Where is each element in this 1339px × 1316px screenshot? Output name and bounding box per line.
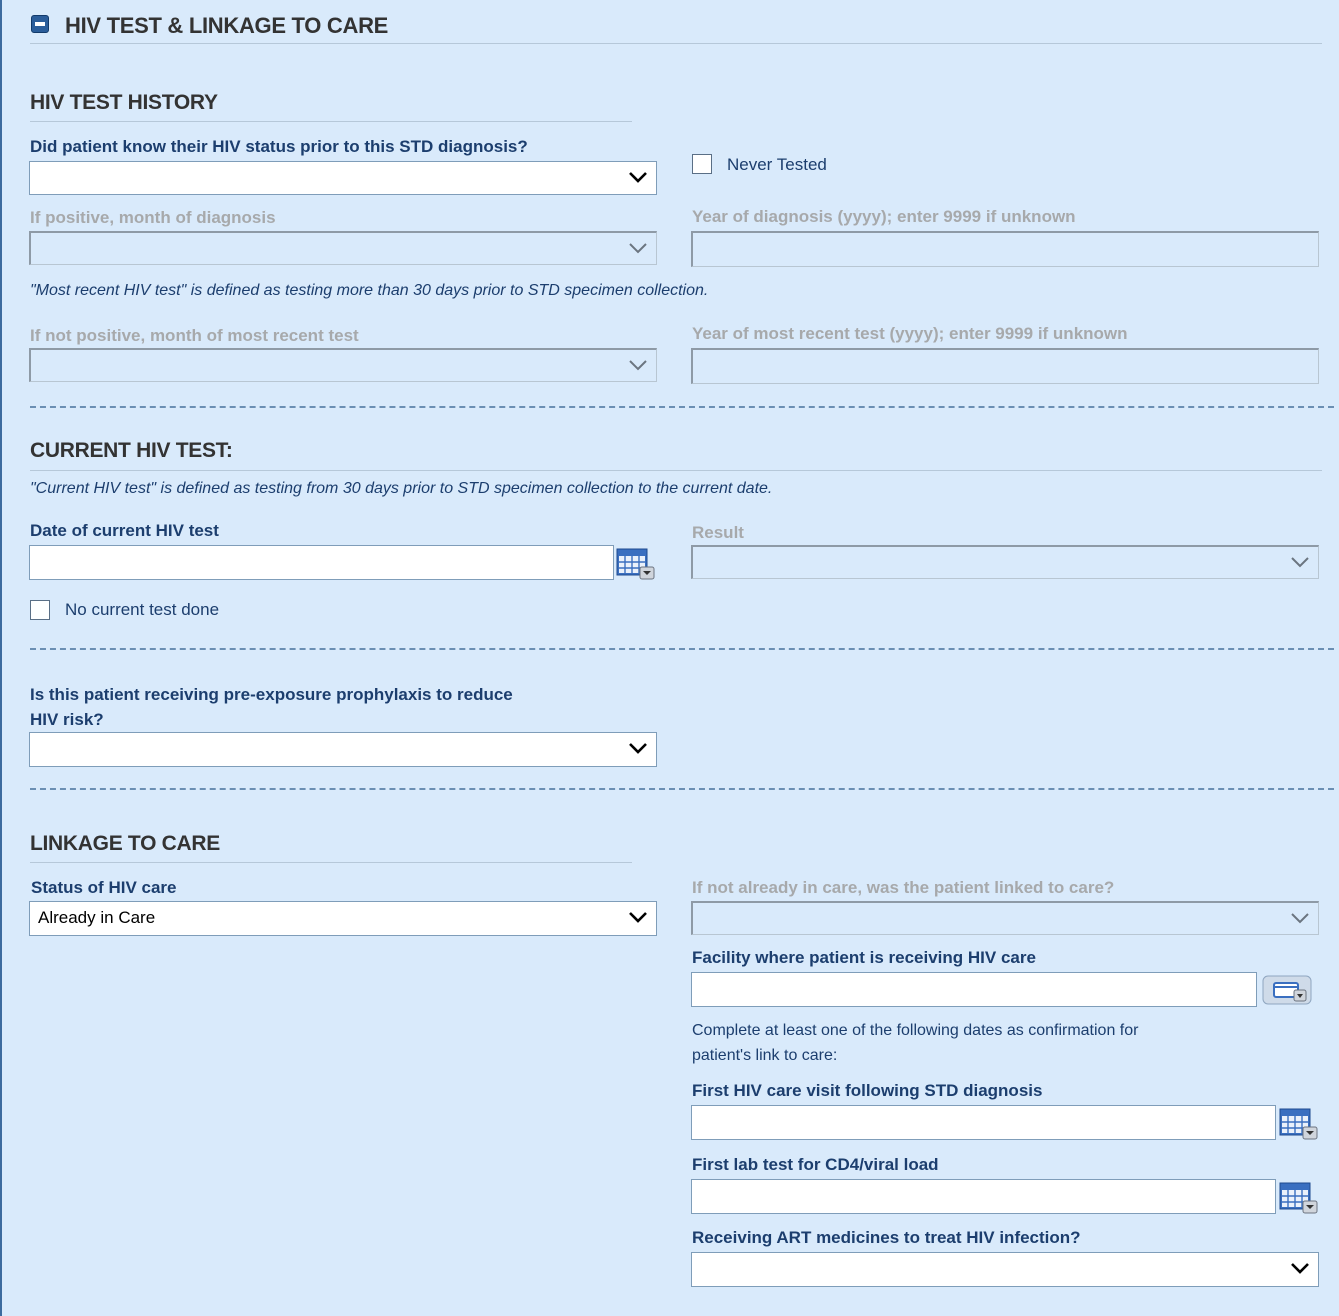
history-title: HIV TEST HISTORY: [30, 91, 218, 114]
status-value: Already in Care: [38, 908, 156, 927]
notpos-month-select[interactable]: [29, 348, 657, 382]
pos-year-input[interactable]: [691, 231, 1319, 267]
linked-label: If not already in care, was the patient …: [692, 878, 1115, 897]
status-label: Status of HIV care: [31, 878, 177, 897]
calendar-icon[interactable]: [1279, 1107, 1319, 1141]
current-underline: [30, 470, 1322, 471]
chevron-down-icon: [629, 243, 647, 254]
confirm-note-line1: Complete at least one of the following d…: [692, 1022, 1139, 1039]
date-current-input[interactable]: [29, 545, 614, 580]
dashed-divider: [30, 788, 1334, 790]
minus-icon[interactable]: [31, 15, 49, 33]
first-visit-input[interactable]: [691, 1105, 1276, 1140]
current-title: CURRENT HIV TEST:: [30, 439, 233, 462]
prep-select[interactable]: [29, 732, 657, 767]
date-current-label: Date of current HIV test: [30, 521, 219, 540]
current-note: "Current HIV test" is defined as testing…: [30, 480, 773, 497]
recent-test-note: "Most recent HIV test" is defined as tes…: [30, 282, 709, 299]
first-visit-label: First HIV care visit following STD diagn…: [692, 1081, 1043, 1100]
section-title: HIV TEST & LINKAGE TO CARE: [65, 13, 389, 38]
linkage-underline: [30, 862, 632, 863]
chevron-down-icon: [1291, 557, 1309, 568]
linked-select[interactable]: [691, 901, 1319, 935]
pos-month-label: If positive, month of diagnosis: [30, 208, 276, 227]
section-divider: [30, 43, 1322, 44]
facility-label: Facility where patient is receiving HIV …: [692, 948, 1036, 967]
history-underline: [30, 121, 632, 122]
result-label: Result: [692, 523, 744, 542]
status-select[interactable]: Already in Care: [29, 901, 657, 936]
art-select[interactable]: [691, 1252, 1319, 1287]
notpos-year-input[interactable]: [691, 348, 1319, 384]
never-tested-checkbox[interactable]: [692, 154, 712, 174]
notpos-month-label: If not positive, month of most recent te…: [30, 326, 359, 345]
pos-year-label: Year of diagnosis (yyyy); enter 9999 if …: [692, 207, 1076, 226]
dashed-divider: [30, 406, 1334, 408]
calendar-icon[interactable]: [1279, 1181, 1319, 1215]
no-test-checkbox[interactable]: [30, 600, 50, 620]
first-lab-label: First lab test for CD4/viral load: [692, 1155, 939, 1174]
chevron-down-icon: [629, 360, 647, 371]
never-tested-label: Never Tested: [727, 155, 827, 174]
prep-label-line1: Is this patient receiving pre-exposure p…: [30, 685, 513, 704]
facility-input[interactable]: [691, 972, 1257, 1007]
art-label: Receiving ART medicines to treat HIV inf…: [692, 1228, 1081, 1247]
chevron-down-icon: [1291, 913, 1309, 924]
calendar-icon[interactable]: [616, 547, 656, 581]
chevron-down-icon: [1291, 1263, 1309, 1274]
no-test-label: No current test done: [65, 600, 220, 619]
linkage-title: LINKAGE TO CARE: [30, 832, 220, 855]
lookup-icon[interactable]: [1262, 974, 1314, 1006]
first-lab-input[interactable]: [691, 1179, 1276, 1214]
prep-label-line2: HIV risk?: [30, 710, 104, 729]
chevron-down-icon: [629, 172, 647, 183]
confirm-note-line2: patient's link to care:: [692, 1047, 838, 1064]
result-select[interactable]: [691, 545, 1319, 579]
know-status-select[interactable]: [29, 161, 657, 195]
know-status-label: Did patient know their HIV status prior …: [30, 137, 528, 156]
chevron-down-icon: [629, 743, 647, 754]
dashed-divider: [30, 648, 1334, 650]
chevron-down-icon: [629, 912, 647, 923]
notpos-year-label: Year of most recent test (yyyy); enter 9…: [692, 324, 1128, 343]
pos-month-select[interactable]: [29, 231, 657, 265]
